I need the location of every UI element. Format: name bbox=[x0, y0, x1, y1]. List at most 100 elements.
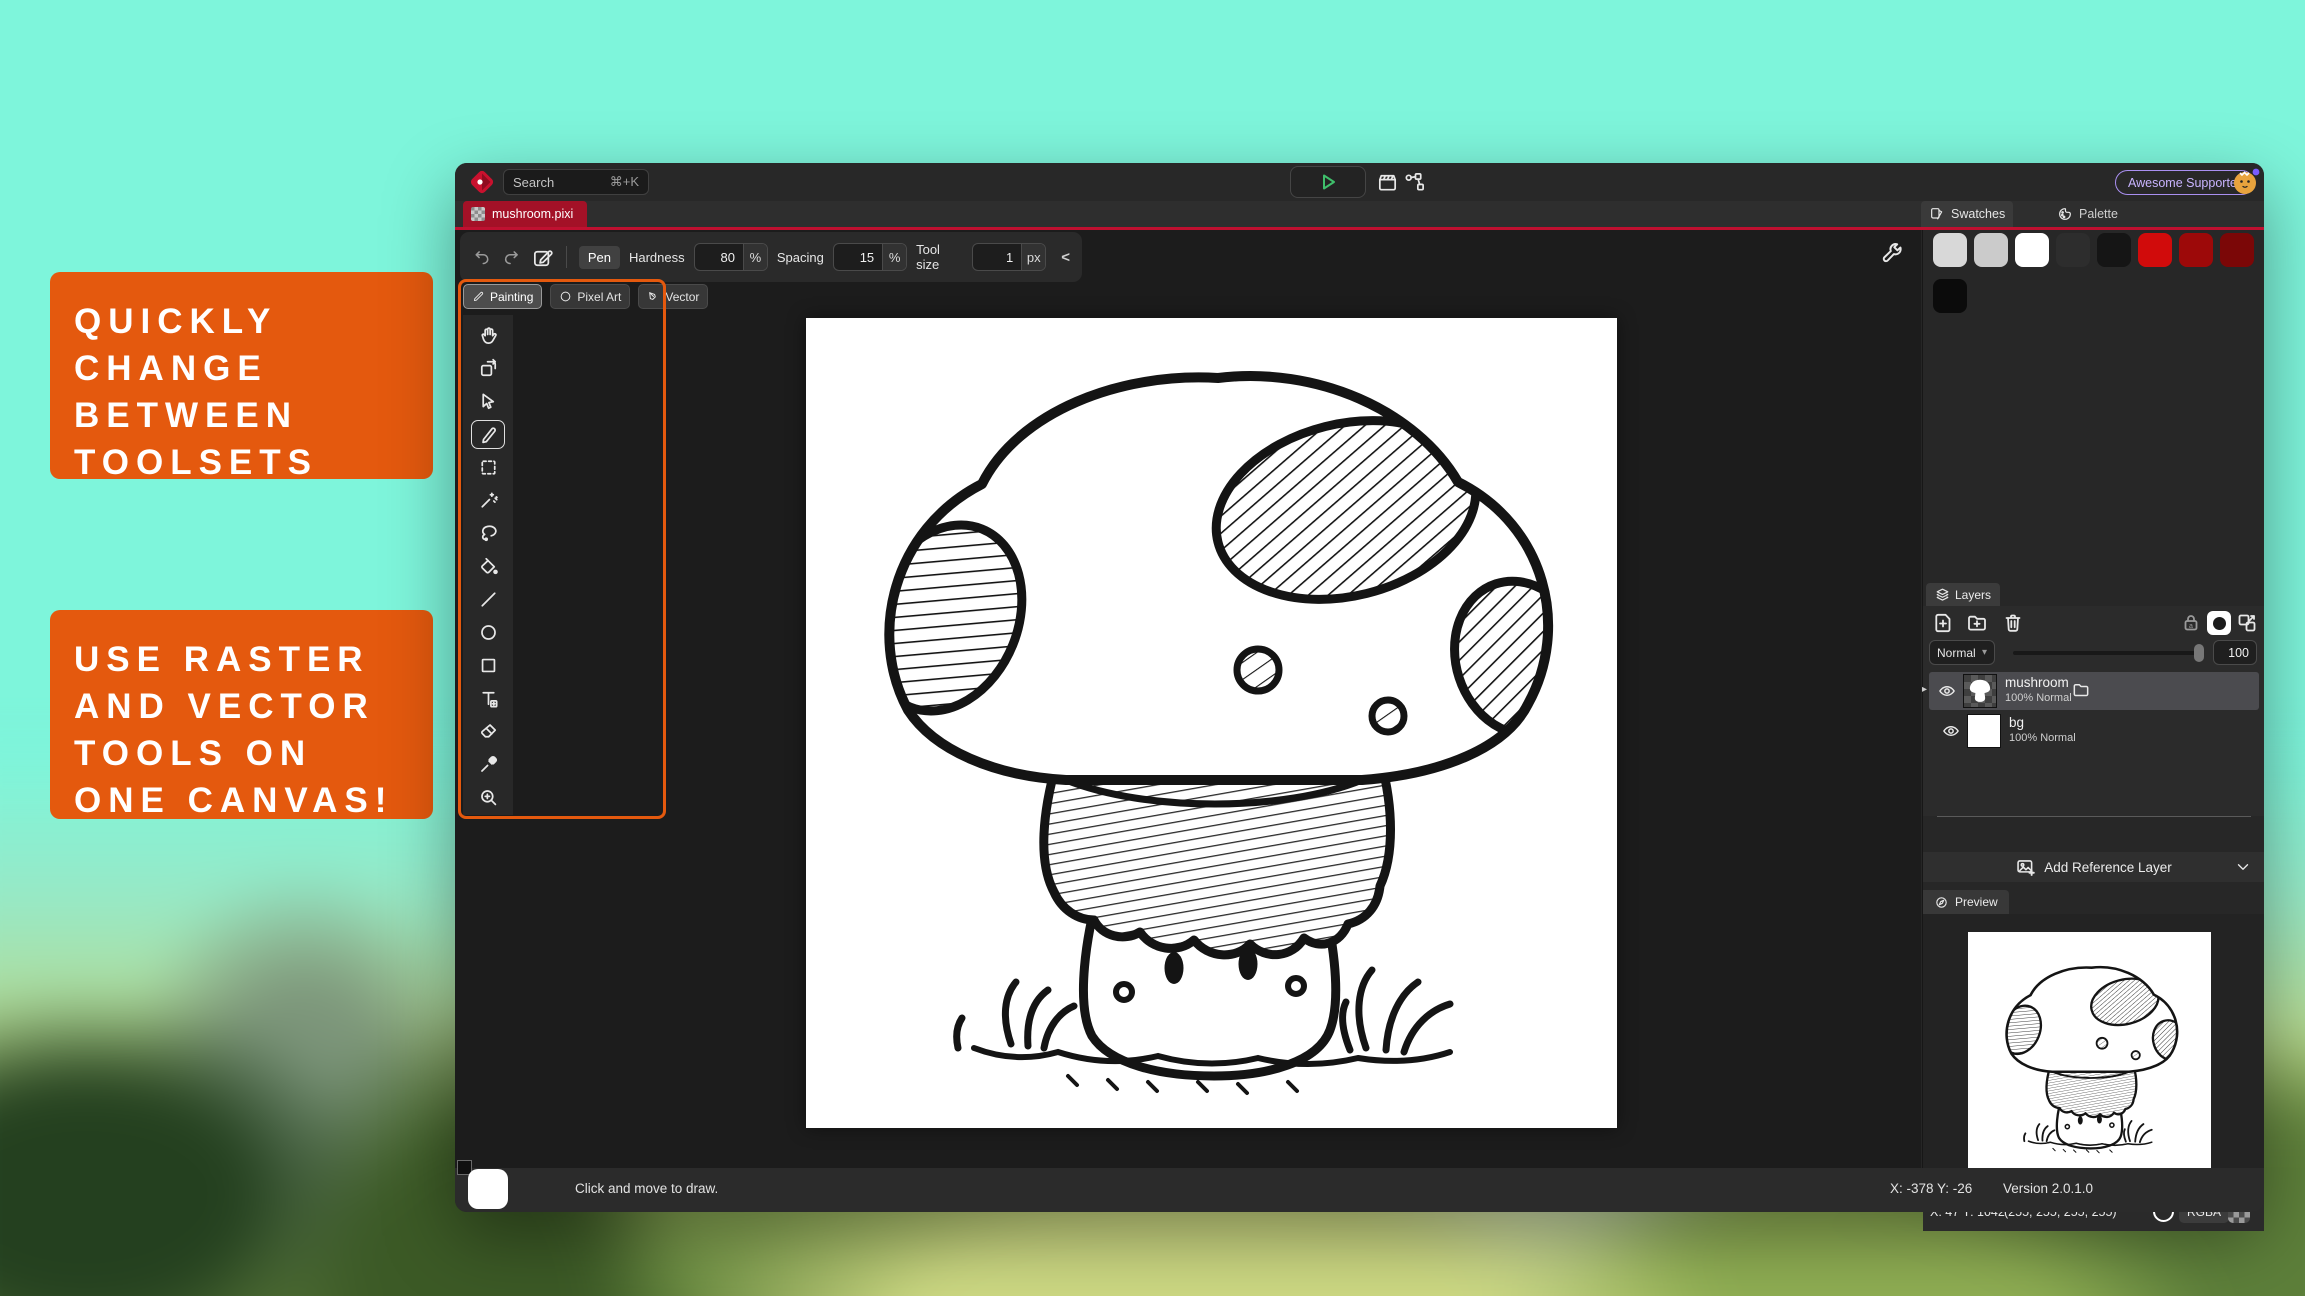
search-input[interactable]: Search ⌘+K bbox=[503, 169, 649, 195]
opacity-value[interactable]: 100 bbox=[2213, 640, 2257, 665]
swatch-grid bbox=[1933, 233, 2255, 313]
color-swatch[interactable] bbox=[2138, 233, 2172, 267]
toolset-pixel-art[interactable]: Pixel Art bbox=[550, 284, 630, 309]
active-tool-label: Pen bbox=[579, 246, 620, 269]
toolbar-collapse-button[interactable]: < bbox=[1061, 249, 1070, 266]
tool-magic-wand[interactable] bbox=[471, 486, 505, 515]
rectangle-select-icon bbox=[477, 456, 500, 479]
pass-through-icon[interactable] bbox=[2235, 611, 2259, 635]
tool-line[interactable] bbox=[471, 585, 505, 614]
layer-row-bg[interactable]: bg 100% Normal bbox=[1933, 712, 2255, 750]
chevron-down-icon: ▾ bbox=[1982, 647, 1987, 658]
settings-wrench-icon[interactable] bbox=[1879, 241, 1905, 267]
layer-row-mushroom[interactable]: ▸ mushroom 100% Normal bbox=[1929, 672, 2259, 710]
spacing-unit: % bbox=[882, 244, 906, 270]
toolset-painting[interactable]: Painting bbox=[463, 284, 542, 309]
tool-size-value: 1 bbox=[973, 244, 1021, 270]
color-swatch[interactable] bbox=[2056, 233, 2090, 267]
tool-fill[interactable] bbox=[471, 552, 505, 581]
color-swatch[interactable] bbox=[2015, 233, 2049, 267]
play-icon bbox=[1318, 172, 1338, 192]
delete-layer-icon[interactable] bbox=[2001, 611, 2025, 635]
toolset-vector[interactable]: Vector bbox=[638, 284, 708, 309]
color-swatch[interactable] bbox=[2097, 233, 2131, 267]
pen-icon bbox=[477, 423, 500, 446]
tool-lasso[interactable] bbox=[471, 519, 505, 548]
tab-swatches[interactable]: Swatches bbox=[1921, 201, 2013, 227]
layer-expand-icon[interactable]: ▸ bbox=[1922, 684, 1927, 695]
tool-size-input[interactable]: 1 px bbox=[972, 243, 1046, 271]
document-thumbnail-icon bbox=[471, 207, 485, 221]
spacing-input[interactable]: 15 % bbox=[833, 243, 907, 271]
tool-move[interactable] bbox=[471, 387, 505, 416]
lock-alpha-icon[interactable]: a bbox=[2179, 611, 2203, 635]
tool-zoom[interactable] bbox=[471, 783, 505, 812]
tab-bar: mushroom.pixi Swatches Palette bbox=[455, 201, 2264, 227]
color-swatch[interactable] bbox=[2220, 233, 2254, 267]
tool-ellipse[interactable] bbox=[471, 618, 505, 647]
play-button[interactable] bbox=[1290, 166, 1366, 198]
hardness-label: Hardness bbox=[629, 250, 685, 265]
user-avatar[interactable] bbox=[2231, 167, 2261, 197]
opacity-slider-thumb[interactable] bbox=[2194, 644, 2204, 662]
redo-button[interactable] bbox=[501, 246, 521, 268]
color-swatch[interactable] bbox=[2179, 233, 2213, 267]
hardness-unit: % bbox=[743, 244, 767, 270]
tab-palette[interactable]: Palette bbox=[2049, 201, 2126, 227]
animation-clapperboard-icon[interactable] bbox=[1376, 171, 1399, 194]
app-window: Search ⌘+K Awesome Supporter bbox=[455, 163, 2264, 1212]
status-bar: Click and move to draw. X: -378 Y: -26 V… bbox=[455, 1168, 2264, 1212]
hand-icon bbox=[477, 324, 500, 347]
tool-hand[interactable] bbox=[471, 321, 505, 350]
preview-area bbox=[1923, 914, 2264, 1191]
tool-size-label: Tool size bbox=[916, 242, 963, 272]
color-swatch[interactable] bbox=[1933, 279, 1967, 313]
undo-button[interactable] bbox=[472, 246, 492, 268]
node-graph-icon[interactable] bbox=[1403, 171, 1426, 194]
tool-color-picker[interactable] bbox=[471, 750, 505, 779]
tool-rectangle-select[interactable] bbox=[471, 453, 505, 482]
tool-settings-toolbar: Pen Hardness 80 % Spacing 15 % Tool size… bbox=[460, 232, 1082, 282]
add-reference-layer-button[interactable]: Add Reference Layer bbox=[1923, 852, 2264, 882]
color-swatch[interactable] bbox=[1933, 233, 1967, 267]
chevron-down-icon[interactable] bbox=[2234, 858, 2252, 876]
mask-dot bbox=[2213, 617, 2226, 630]
lasso-icon bbox=[477, 522, 500, 545]
visibility-eye-icon[interactable] bbox=[1941, 721, 1961, 741]
drawing-canvas[interactable] bbox=[806, 318, 1617, 1128]
tab-document[interactable]: mushroom.pixi bbox=[463, 201, 587, 227]
mask-toggle-button[interactable] bbox=[2207, 611, 2231, 635]
tool-rectangle[interactable] bbox=[471, 651, 505, 680]
move-cursor-icon bbox=[477, 390, 500, 413]
callout-canvas: USE RASTER AND VECTOR TOOLS ON ONE CANVA… bbox=[50, 610, 433, 819]
pixieditor-logo-icon bbox=[468, 168, 496, 196]
visibility-eye-icon[interactable] bbox=[1937, 681, 1957, 701]
vector-pen-icon bbox=[647, 290, 660, 303]
tool-pen[interactable] bbox=[471, 420, 505, 449]
layer-name: bg bbox=[2009, 715, 2024, 730]
layer-name: mushroom bbox=[2005, 675, 2069, 690]
preview-compass-icon bbox=[1934, 895, 1949, 910]
hardness-input[interactable]: 80 % bbox=[694, 243, 768, 271]
blend-mode-select[interactable]: Normal ▾ bbox=[1929, 640, 1995, 665]
opacity-slider[interactable] bbox=[2013, 651, 2201, 655]
layers-tab[interactable]: Layers bbox=[1926, 583, 2000, 606]
preview-tab[interactable]: Preview bbox=[1923, 890, 2009, 914]
edit-document-button[interactable] bbox=[531, 245, 554, 270]
layers-toolbar: a bbox=[1929, 609, 2259, 637]
toolset-switcher: Painting Pixel Art Vector bbox=[463, 284, 708, 309]
layer-thumbnail bbox=[1963, 674, 1997, 708]
mushroom-artwork bbox=[806, 318, 1617, 1128]
layers-tab-label: Layers bbox=[1955, 588, 1991, 602]
svg-text:a: a bbox=[2189, 623, 2193, 630]
layer-meta: 100% Normal bbox=[2005, 692, 2072, 704]
color-swatch[interactable] bbox=[1974, 233, 2008, 267]
new-layer-icon[interactable] bbox=[1931, 611, 1955, 635]
canvas-viewport[interactable]: Pen Hardness 80 % Spacing 15 % Tool size… bbox=[455, 230, 1921, 1168]
tool-text[interactable] bbox=[471, 684, 505, 713]
layers-divider bbox=[1937, 816, 2251, 817]
tool-rotate-view[interactable] bbox=[471, 354, 505, 383]
new-folder-icon[interactable] bbox=[1965, 611, 1989, 635]
tool-eraser[interactable] bbox=[471, 717, 505, 746]
status-hint: Click and move to draw. bbox=[575, 1181, 718, 1196]
